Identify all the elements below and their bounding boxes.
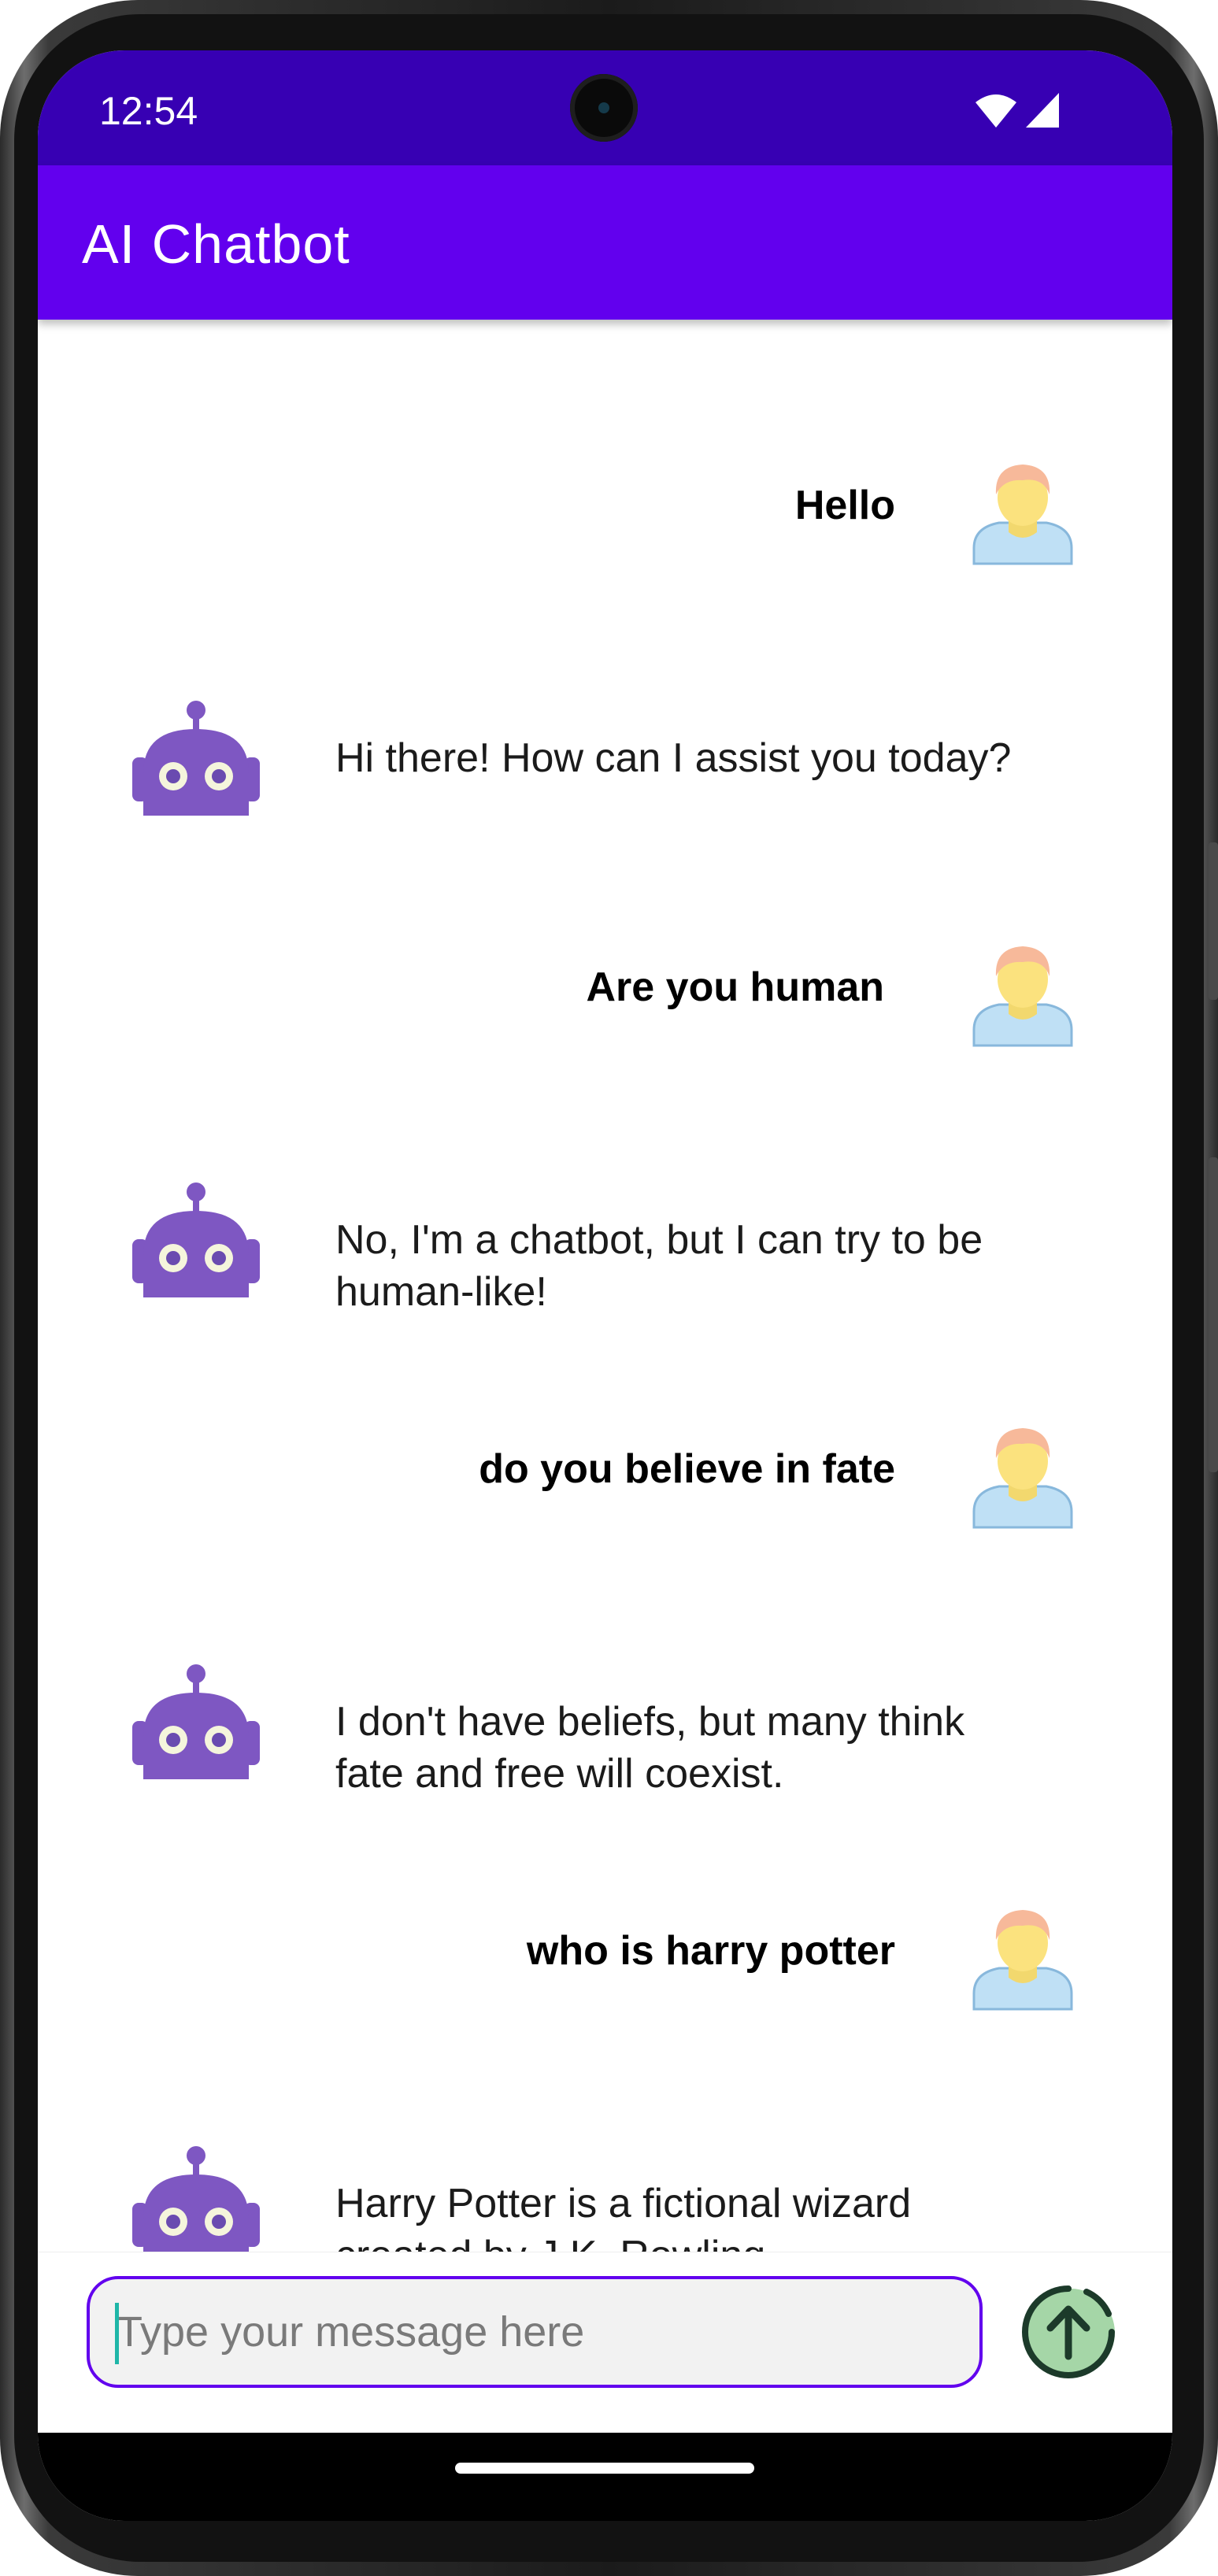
send-button[interactable] [1017,2281,1120,2383]
user-message: do you believe in fate [38,1419,1172,1529]
chat-message-list[interactable]: Hello Hi there! How can I assist you tod… [38,320,1172,2304]
user-message: who is harry potter [38,1901,1172,2011]
user-message-text: who is harry potter [526,1928,895,1974]
front-camera [570,74,638,142]
user-message-text: do you believe in fate [479,1446,895,1492]
arrow-up-send-icon [1022,2285,1115,2378]
user-message-text: Hello [794,483,895,528]
bot-message: No, I'm a chatbot, but I can try to be h… [38,1179,1172,1329]
robot-avatar-icon [132,2146,260,2261]
status-time: 12:54 [99,89,198,133]
message-input[interactable] [87,2276,983,2388]
status-icons [976,93,1059,128]
user-avatar-icon [972,1910,1073,2011]
user-message: Hello [38,455,1172,565]
user-avatar-icon [972,464,1073,565]
screen: 12:54 AI Chatbot Hello Hi there! How can… [38,50,1172,2521]
system-navigation-bar [38,2433,1172,2521]
robot-avatar-icon [132,701,260,816]
phone-frame: 12:54 AI Chatbot Hello Hi there! How can… [0,0,1218,2576]
user-avatar-icon [972,1428,1073,1529]
user-message-text: Are you human [586,964,885,1010]
text-cursor [115,2303,119,2364]
bot-message-text: Hi there! How can I assist you today? [335,735,1012,781]
bot-message-text: No, I'm a chatbot, but I can try to be h… [335,1217,983,1315]
wifi-icon [976,94,1016,128]
app-title: AI Chatbot [82,213,350,275]
volume-button [1209,1157,1218,1472]
user-avatar-icon [972,946,1073,1047]
bot-message: I don't have beliefs, but many think fat… [38,1661,1172,1811]
user-message: Are you human [38,937,1172,1047]
message-composer [38,2252,1172,2434]
bot-message-text: I don't have beliefs, but many think fat… [335,1699,965,1797]
status-bar: 12:54 [38,50,1172,165]
home-gesture-handle[interactable] [455,2463,754,2474]
robot-avatar-icon [132,1664,260,1779]
cell-signal-icon [1026,93,1059,128]
robot-avatar-icon [132,1183,260,1297]
app-bar: AI Chatbot [38,165,1172,320]
bot-message: Hi there! How can I assist you today? [38,698,1172,847]
power-button [1209,842,1218,1000]
